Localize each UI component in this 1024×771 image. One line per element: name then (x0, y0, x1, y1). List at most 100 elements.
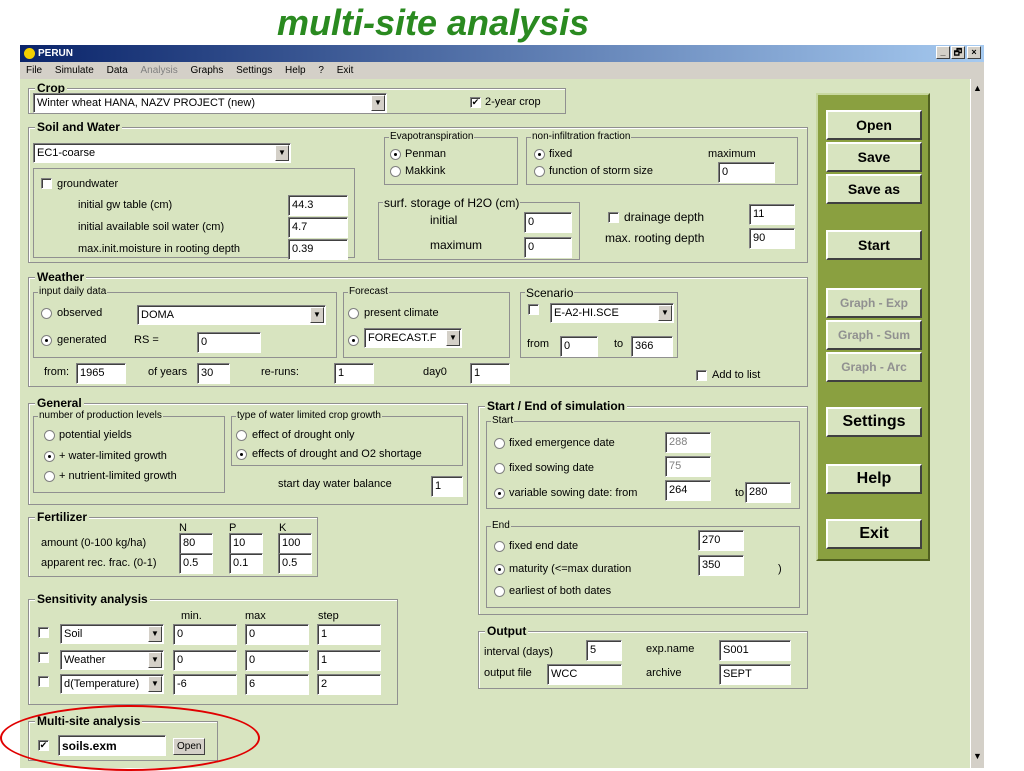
variable-sowing-radio[interactable] (494, 488, 505, 499)
window-titlebar[interactable]: PERUN _ 🗗 × (20, 45, 984, 62)
help-button[interactable]: Help (826, 464, 922, 494)
chevron-down-icon[interactable]: ▼ (658, 305, 672, 321)
present-climate-radio[interactable] (348, 308, 359, 319)
sens-weather-step[interactable]: 1 (317, 650, 381, 671)
gw-table-input[interactable]: 44.3 (288, 195, 348, 216)
penman-radio[interactable] (390, 149, 401, 160)
close-button[interactable]: × (967, 46, 981, 59)
maturity-radio[interactable] (494, 564, 505, 575)
menu-about[interactable]: ? (318, 65, 324, 76)
reruns-input[interactable]: 1 (334, 363, 374, 384)
fixed-end-input[interactable]: 270 (698, 530, 744, 551)
generated-radio[interactable] (41, 335, 52, 346)
fert-recovery-p[interactable]: 0.1 (229, 553, 263, 574)
rooting-input[interactable]: 90 (749, 228, 795, 249)
years-input[interactable]: 30 (197, 363, 230, 384)
maximize-button[interactable]: 🗗 (951, 46, 965, 59)
noninf-max-input[interactable]: 0 (718, 162, 775, 183)
menu-data[interactable]: Data (107, 65, 128, 76)
open-button[interactable]: Open (826, 110, 922, 140)
drainage-input[interactable]: 11 (749, 204, 795, 225)
fert-amount-k[interactable]: 100 (278, 533, 312, 554)
fixed-end-radio[interactable] (494, 541, 505, 552)
sens-soil-step[interactable]: 1 (317, 624, 381, 645)
sens-temp-min[interactable]: -6 (173, 674, 237, 695)
sens-soil-checkbox[interactable] (38, 627, 49, 638)
chevron-down-icon[interactable]: ▼ (148, 626, 162, 642)
scenario-to-input[interactable]: 366 (631, 336, 673, 357)
sens-weather-select[interactable]: Weather ▼ (60, 650, 164, 670)
sens-soil-select[interactable]: Soil ▼ (60, 624, 164, 644)
chevron-down-icon[interactable]: ▼ (148, 652, 162, 668)
fixed-sowing-input[interactable]: 75 (665, 456, 711, 477)
fixed-emergence-radio[interactable] (494, 438, 505, 449)
variable-to-input[interactable]: 280 (745, 482, 791, 503)
settings-button[interactable]: Settings (826, 407, 922, 437)
nutrient-limited-radio[interactable] (44, 471, 55, 482)
variable-from-input[interactable]: 264 (665, 480, 711, 501)
fixed-sowing-radio[interactable] (494, 463, 505, 474)
scenario-select[interactable]: E-A2-HI.SCE ▼ (550, 303, 674, 323)
forecast-radio[interactable] (348, 335, 359, 346)
forecast-select[interactable]: FORECAST.F ▼ (364, 328, 462, 348)
menu-file[interactable]: File (26, 65, 42, 76)
start-button[interactable]: Start (826, 230, 922, 260)
vertical-scrollbar[interactable]: ▲ ▼ (970, 79, 984, 768)
sens-temp-step[interactable]: 2 (317, 674, 381, 695)
fixed-emergence-input[interactable]: 288 (665, 432, 711, 453)
exit-button[interactable]: Exit (826, 519, 922, 549)
drought-only-radio[interactable] (236, 430, 247, 441)
menu-graphs[interactable]: Graphs (191, 65, 224, 76)
noninf-fixed-radio[interactable] (534, 149, 545, 160)
observed-radio[interactable] (41, 308, 52, 319)
sens-weather-max[interactable]: 0 (245, 650, 309, 671)
scroll-down-icon[interactable]: ▼ (973, 751, 982, 761)
sens-temp-checkbox[interactable] (38, 676, 49, 687)
two-year-checkbox[interactable]: ✔ (470, 97, 481, 108)
fert-amount-n[interactable]: 80 (179, 533, 213, 554)
save-as-button[interactable]: Save as (826, 174, 922, 204)
station-select[interactable]: DOMA ▼ (137, 305, 326, 325)
sens-weather-checkbox[interactable] (38, 652, 49, 663)
avail-water-input[interactable]: 4.7 (288, 217, 348, 238)
sens-soil-max[interactable]: 0 (245, 624, 309, 645)
expname-input[interactable]: S001 (719, 640, 791, 661)
fert-recovery-k[interactable]: 0.5 (278, 553, 312, 574)
chevron-down-icon[interactable]: ▼ (371, 95, 385, 111)
interval-input[interactable]: 5 (586, 640, 622, 661)
day0-input[interactable]: 1 (470, 363, 510, 384)
archive-input[interactable]: SEPT (719, 664, 791, 685)
noninf-function-radio[interactable] (534, 166, 545, 177)
sens-temp-max[interactable]: 6 (245, 674, 309, 695)
storage-max-input[interactable]: 0 (524, 237, 572, 258)
rs-input[interactable]: 0 (197, 332, 261, 353)
water-limited-radio[interactable] (44, 451, 55, 462)
groundwater-checkbox[interactable] (41, 178, 52, 189)
chevron-down-icon[interactable]: ▼ (310, 307, 324, 323)
soil-select[interactable]: EC1-coarse ▼ (33, 143, 291, 163)
chevron-down-icon[interactable]: ▼ (275, 145, 289, 161)
outfile-input[interactable]: WCC (547, 664, 622, 685)
drought-o2-radio[interactable] (236, 449, 247, 460)
minimize-button[interactable]: _ (936, 46, 950, 59)
crop-select[interactable]: Winter wheat HANA, NAZV PROJECT (new) ▼ (33, 93, 387, 113)
chevron-down-icon[interactable]: ▼ (148, 676, 162, 692)
fert-amount-p[interactable]: 10 (229, 533, 263, 554)
scroll-up-icon[interactable]: ▲ (973, 83, 982, 93)
menu-simulate[interactable]: Simulate (55, 65, 94, 76)
moisture-input[interactable]: 0.39 (288, 239, 348, 260)
sens-weather-min[interactable]: 0 (173, 650, 237, 671)
menu-settings[interactable]: Settings (236, 65, 272, 76)
sens-temp-select[interactable]: d(Temperature) ▼ (60, 674, 164, 694)
menu-exit[interactable]: Exit (337, 65, 354, 76)
save-button[interactable]: Save (826, 142, 922, 172)
start-year-input[interactable]: 1965 (76, 363, 126, 384)
chevron-down-icon[interactable]: ▼ (446, 330, 460, 346)
sens-soil-min[interactable]: 0 (173, 624, 237, 645)
fert-recovery-n[interactable]: 0.5 (179, 553, 213, 574)
scenario-from-input[interactable]: 0 (560, 336, 598, 357)
potential-radio[interactable] (44, 430, 55, 441)
start-balance-input[interactable]: 1 (431, 476, 463, 497)
menu-help[interactable]: Help (285, 65, 306, 76)
drainage-checkbox[interactable] (608, 212, 619, 223)
